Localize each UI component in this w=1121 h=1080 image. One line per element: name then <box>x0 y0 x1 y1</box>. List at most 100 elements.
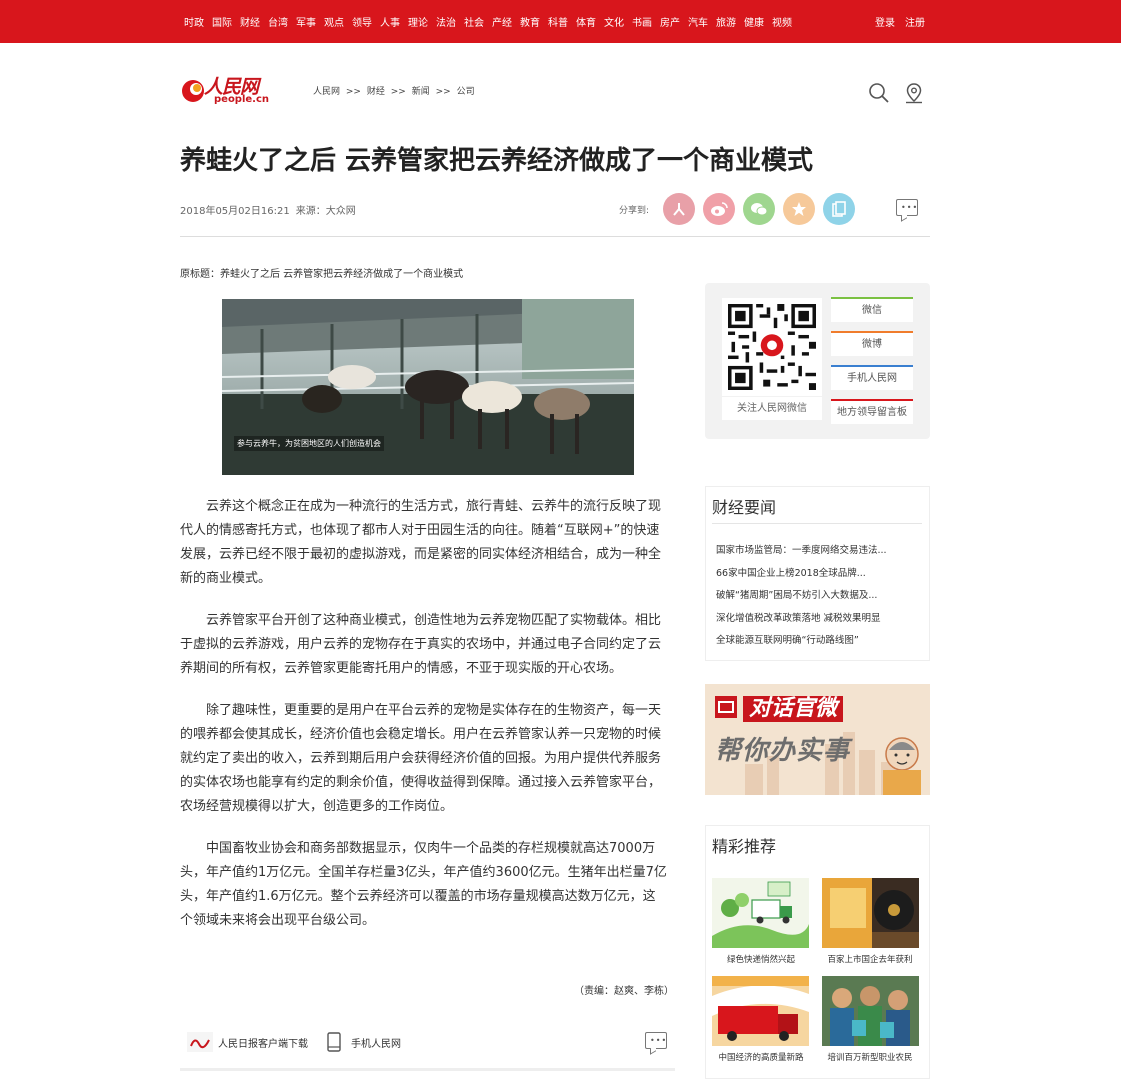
nav-item-military[interactable]: 军事 <box>296 14 316 29</box>
register-link[interactable]: 注册 <box>905 14 925 29</box>
breadcrumb-company[interactable]: 公司 <box>457 87 475 97</box>
people-daily-logo-icon <box>187 1032 213 1052</box>
nav-item-society[interactable]: 社会 <box>464 14 484 29</box>
star-icon <box>792 202 806 216</box>
nav-item-politics[interactable]: 时政 <box>184 14 204 29</box>
wechat-button[interactable]: 微信 <box>831 297 913 322</box>
login-link[interactable]: 登录 <box>875 14 895 29</box>
recommendation-caption[interactable]: 绿色快递悄然兴起 <box>706 953 816 965</box>
finance-news-item[interactable]: 深化增值税改革政策落地 减税效果明显 <box>716 610 881 624</box>
nav-item-personnel[interactable]: 人事 <box>380 14 400 29</box>
nav-item-health[interactable]: 健康 <box>744 14 764 29</box>
title-divider <box>180 236 930 237</box>
phone-icon <box>327 1032 341 1052</box>
mobile-site-link[interactable]: 手机人民网 <box>327 1032 401 1052</box>
breadcrumb-home[interactable]: 人民网 <box>313 87 340 97</box>
article-paragraph: 中国畜牧业协会和商务部数据显示，仅肉牛一个品类的存栏规模就高达7000万头，年产… <box>180 841 667 928</box>
weibo-button[interactable]: 微博 <box>831 331 913 356</box>
finance-news-item[interactable]: 国家市场监管局：一季度网络交易违法... <box>716 542 887 556</box>
nav-item-art[interactable]: 书画 <box>632 14 652 29</box>
share-weibo-button[interactable] <box>703 193 735 225</box>
article-title: 养蛙火了之后 云养管家把云养经济做成了一个商业模式 <box>180 146 814 176</box>
auth-links: 登录 注册 <box>865 0 925 43</box>
logo-domain: people.cn <box>214 94 270 105</box>
article-source[interactable]: 大众网 <box>326 206 356 217</box>
green-delivery-image <box>712 878 809 948</box>
photo-caption: 参与云养牛，为贫困地区的人们创造机会 <box>234 436 384 451</box>
nav-item-opinion[interactable]: 观点 <box>324 14 344 29</box>
state-enterprise-image <box>822 878 919 948</box>
nav-item-science[interactable]: 科普 <box>548 14 568 29</box>
nav-item-finance[interactable]: 财经 <box>240 14 260 29</box>
recommendation-image[interactable] <box>822 976 919 1046</box>
banner-title: 对话官微 <box>743 696 844 722</box>
logo-emblem-icon <box>182 80 204 102</box>
wechat-qr-code <box>722 298 822 396</box>
recommendation-image[interactable] <box>822 878 919 948</box>
app-download-label: 人民日报客户端下载 <box>218 1038 308 1050</box>
recommendation-heading: 精彩推荐 <box>712 837 777 856</box>
finance-news-item[interactable]: 破解“猪周期”困局不妨引入大数据及... <box>716 587 877 601</box>
qr-code-label: 关注人民网微信 <box>722 397 822 420</box>
search-icon[interactable] <box>868 82 890 104</box>
channel-nav: 时政 国际 财经 台湾 军事 观点 领导 人事 理论 法治 社会 产经 教育 科… <box>184 0 800 43</box>
finance-news-item[interactable]: 全球能源互联网明确“行动路线图” <box>716 632 859 646</box>
location-icon[interactable] <box>903 82 925 104</box>
nav-item-culture[interactable]: 文化 <box>604 14 624 29</box>
dialogue-banner[interactable]: 对话官微 帮你办实事 <box>705 684 930 795</box>
share-favorite-button[interactable] <box>783 193 815 225</box>
original-title: 原标题：养蛙火了之后 云养管家把云养经济做成了一个商业模式 <box>180 269 464 280</box>
nav-item-sports[interactable]: 体育 <box>576 14 596 29</box>
article-datetime: 2018年05月02日16:21 <box>180 206 290 217</box>
recommendation-image[interactable] <box>712 976 809 1046</box>
top-navigation-bar: 时政 国际 财经 台湾 军事 观点 领导 人事 理论 法治 社会 产经 教育 科… <box>0 0 1121 43</box>
finance-news-heading: 财经要闻 <box>712 498 777 517</box>
mobile-site-label: 手机人民网 <box>351 1038 401 1050</box>
site-logo[interactable]: 人民网 people.cn <box>180 72 275 108</box>
share-wechat-button[interactable] <box>743 193 775 225</box>
recommendation-caption[interactable]: 培训百万新型职业农民 <box>815 1051 925 1063</box>
nav-item-leaders[interactable]: 领导 <box>352 14 372 29</box>
nav-item-world[interactable]: 国际 <box>212 14 232 29</box>
nav-item-travel[interactable]: 旅游 <box>716 14 736 29</box>
breadcrumb-separator: >> <box>390 87 406 97</box>
nav-item-education[interactable]: 教育 <box>520 14 540 29</box>
leader-message-board-button[interactable]: 地方领导留言板 <box>831 399 913 424</box>
high-quality-economy-image <box>712 976 809 1046</box>
finance-news-divider <box>712 523 922 524</box>
nav-item-industry[interactable]: 产经 <box>492 14 512 29</box>
weibo-icon <box>711 202 728 216</box>
source-label: 来源： <box>295 206 326 217</box>
nav-item-theory[interactable]: 理论 <box>408 14 428 29</box>
breadcrumb-news[interactable]: 新闻 <box>412 87 430 97</box>
share-people-button[interactable] <box>663 193 695 225</box>
breadcrumb-separator: >> <box>345 87 361 97</box>
breadcrumb: 人民网 >> 财经 >> 新闻 >> 公司 <box>313 84 478 97</box>
people-icon <box>673 203 685 216</box>
share-copy-button[interactable] <box>823 193 855 225</box>
breadcrumb-separator: >> <box>435 87 451 97</box>
share-label: 分享到: <box>619 206 650 216</box>
nav-item-realestate[interactable]: 房产 <box>660 14 680 29</box>
article-paragraph: 云养管家平台开创了这种商业模式，创造性地为云养宠物匹配了实物载体。相比于虚拟的云… <box>180 613 662 676</box>
nav-item-law[interactable]: 法治 <box>436 14 456 29</box>
recommendation-caption[interactable]: 百家上市国企去年获利 <box>815 953 925 965</box>
article-meta: 2018年05月02日16:21 来源：大众网 <box>180 202 362 217</box>
finance-news-item[interactable]: 66家中国企业上榜2018全球品牌... <box>716 565 866 579</box>
recommendation-caption[interactable]: 中国经济的高质量新路 <box>706 1051 816 1063</box>
article-editor: （责编：赵爽、李栋） <box>574 986 674 997</box>
banner-subtitle: 帮你办实事 <box>715 736 851 766</box>
article-paragraph: 云养这个概念正在成为一种流行的生活方式，旅行青蛙、云养牛的流行反映了现代人的情感… <box>180 499 662 586</box>
farmer-training-image <box>822 976 919 1046</box>
recommendation-image[interactable] <box>712 878 809 948</box>
nav-item-auto[interactable]: 汽车 <box>688 14 708 29</box>
nav-item-taiwan[interactable]: 台湾 <box>268 14 288 29</box>
nav-item-video[interactable]: 视频 <box>772 14 792 29</box>
breadcrumb-finance[interactable]: 财经 <box>367 87 385 97</box>
article-paragraph: 除了趣味性，更重要的是用户在平台云养的宠物是实体存在的生物资产，每一天的喂养都会… <box>180 703 662 814</box>
app-download-link[interactable]: 人民日报客户端下载 <box>187 1032 308 1052</box>
comment-icon[interactable]: ••• <box>896 199 918 216</box>
wechat-icon <box>751 203 768 216</box>
mobile-people-button[interactable]: 手机人民网 <box>831 365 913 390</box>
comment-icon[interactable]: ••• <box>645 1032 667 1049</box>
